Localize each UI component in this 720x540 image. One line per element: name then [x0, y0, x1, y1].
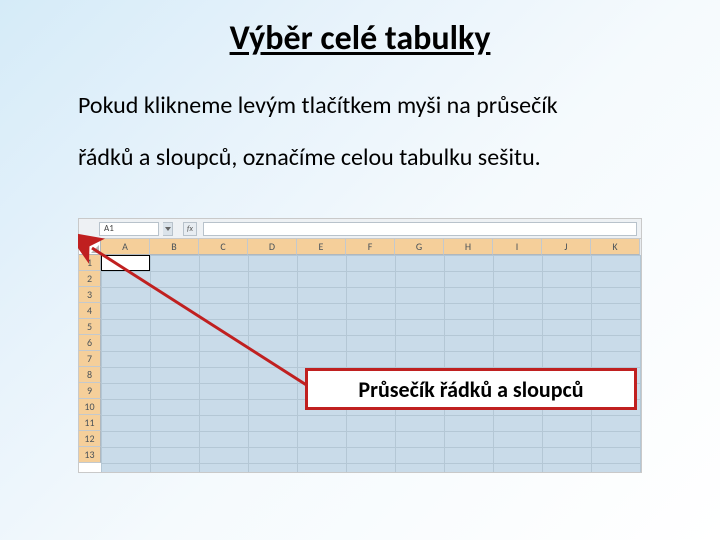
column-header[interactable]: K: [591, 239, 640, 255]
column-header[interactable]: E: [297, 239, 346, 255]
name-box[interactable]: A1: [99, 222, 159, 236]
callout-label: Průsečík řádků a sloupců: [358, 376, 583, 403]
row-header[interactable]: 2: [79, 271, 101, 287]
name-box-dropdown-icon[interactable]: [163, 222, 173, 236]
row-header[interactable]: 1: [79, 255, 101, 271]
selection-overlay: [101, 255, 642, 473]
page-title: Výběr celé tabulky: [0, 18, 720, 59]
cell-grid[interactable]: [101, 255, 642, 473]
excel-screenshot: A1 fx ABCDEFGHIJK 12345678910111213: [78, 218, 642, 473]
row-headers: 12345678910111213: [79, 255, 101, 463]
row-header[interactable]: 13: [79, 447, 101, 463]
row-header[interactable]: 8: [79, 367, 101, 383]
fx-icon[interactable]: fx: [183, 222, 197, 236]
formula-input[interactable]: [203, 222, 637, 236]
row-header[interactable]: 3: [79, 287, 101, 303]
column-headers: ABCDEFGHIJK: [101, 239, 642, 255]
column-header[interactable]: A: [101, 239, 150, 255]
column-header[interactable]: J: [542, 239, 591, 255]
paragraph-line-1: Pokud klikneme levým tlačítkem myši na p…: [78, 90, 660, 122]
column-header[interactable]: I: [493, 239, 542, 255]
column-header[interactable]: F: [346, 239, 395, 255]
row-header[interactable]: 5: [79, 319, 101, 335]
formula-bar: A1 fx: [79, 219, 642, 239]
row-header[interactable]: 11: [79, 415, 101, 431]
row-header[interactable]: 9: [79, 383, 101, 399]
paragraph-line-2: řádků a sloupců, označíme celou tabulku …: [78, 142, 660, 174]
row-header[interactable]: 10: [79, 399, 101, 415]
active-cell[interactable]: [101, 255, 150, 271]
sheet-area: ABCDEFGHIJK 12345678910111213: [79, 239, 642, 473]
column-header[interactable]: D: [248, 239, 297, 255]
column-header[interactable]: B: [150, 239, 199, 255]
column-header[interactable]: C: [199, 239, 248, 255]
row-header[interactable]: 6: [79, 335, 101, 351]
callout-box: Průsečík řádků a sloupců: [305, 368, 637, 410]
row-header[interactable]: 7: [79, 351, 101, 367]
column-header[interactable]: G: [395, 239, 444, 255]
column-header[interactable]: H: [444, 239, 493, 255]
select-all-corner[interactable]: [79, 239, 101, 255]
row-header[interactable]: 4: [79, 303, 101, 319]
row-header[interactable]: 12: [79, 431, 101, 447]
